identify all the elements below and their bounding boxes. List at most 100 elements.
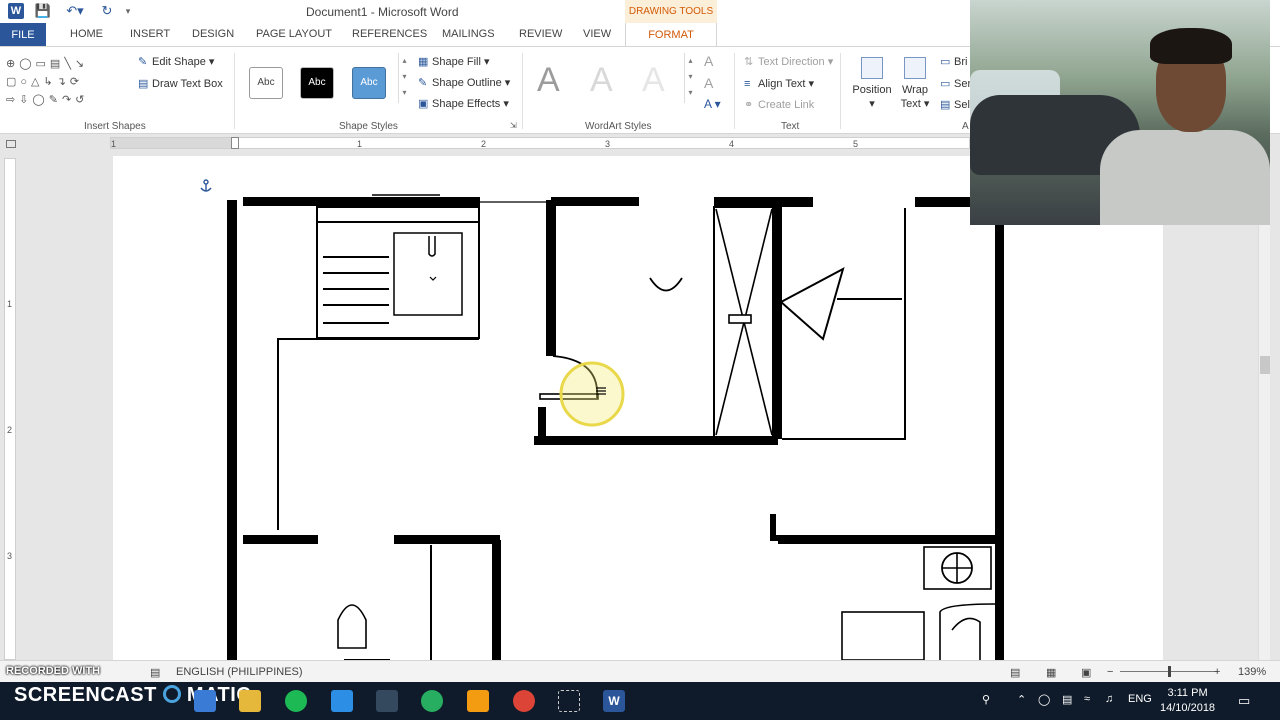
tab-insert[interactable]: INSERT [130,28,170,40]
align-text-button[interactable]: ≡ Align Text ▾ [744,77,814,90]
wordart-style-3[interactable]: A [642,61,665,100]
scroll-thumb[interactable] [1260,356,1270,374]
spotify-icon[interactable] [285,690,307,712]
wall-top-left[interactable] [243,197,480,206]
wall-right[interactable] [995,224,1004,660]
indent-marker[interactable] [231,137,239,149]
tab-references[interactable]: REFERENCES [352,28,427,40]
app-icon-blue[interactable] [331,690,353,712]
wordart-style-1[interactable]: A [537,61,560,100]
bring-forward-button[interactable]: ▭ Bri [940,55,967,68]
folder-icon[interactable] [239,690,261,712]
shape-styles-scroll[interactable]: ▴ ▾ ▾ [398,53,410,103]
save-icon[interactable]: 💾 [34,3,52,19]
tab-home[interactable]: HOME [70,28,103,40]
notifications-icon[interactable]: ▭ [1238,693,1250,709]
vlc-icon[interactable] [467,690,489,712]
tab-review[interactable]: REVIEW [519,28,562,40]
position-button[interactable]: Position ▾ [850,57,894,111]
tab-mailings[interactable]: MAILINGS [442,28,495,40]
create-link-button[interactable]: ⚭ Create Link [744,98,814,111]
triangle-shape[interactable] [779,267,845,341]
snipping-tool-icon[interactable] [558,690,580,712]
web-layout-icon[interactable]: ▣ [1081,666,1091,679]
tab-format[interactable]: FORMAT [625,23,717,47]
wordart-styles-group-label: WordArt Styles [585,121,652,132]
webcam-person-shirt [1100,130,1270,225]
app-icon-green[interactable] [421,690,443,712]
table-box[interactable] [841,611,925,661]
shape-style-preset-blue[interactable]: Abc [352,67,386,99]
effects-icon: ▣ [418,98,429,110]
chevron-up-icon[interactable]: ⌃ [1017,693,1026,706]
wall-middle-vertical[interactable] [546,200,556,356]
wall-top-right[interactable] [714,197,813,207]
selection-pane-button[interactable]: ▤ Sel [940,98,970,111]
edit-shape-button[interactable]: ✎ Edit Shape ▾ [138,55,214,68]
keyboard-language[interactable]: ENG [1128,693,1152,705]
floor-plan-drawing[interactable] [113,156,1163,661]
document-page[interactable] [113,156,1163,661]
undo-icon[interactable]: ↶▾ [62,3,88,19]
vertical-scrollbar[interactable] [1258,156,1270,660]
vertical-ruler[interactable]: 1 2 3 [4,158,16,660]
wall-mid-center[interactable] [394,535,500,544]
text-fill-icon[interactable]: A [704,53,713,69]
shape-styles-dialog-launcher-icon[interactable]: ⇲ [510,121,517,130]
toilet-icon[interactable] [337,604,367,649]
tab-view[interactable]: VIEW [583,28,611,40]
shape-style-preset-black[interactable]: Abc [300,67,334,99]
tray-app-icon[interactable]: ◯ [1038,693,1050,706]
print-layout-icon[interactable]: ▦ [1046,666,1056,679]
text-effects-icon[interactable]: A ▾ [704,97,721,111]
zoom-out-button[interactable]: − [1107,666,1113,678]
wrap-text-button[interactable]: Wrap Text ▾ [898,57,932,111]
wordart-scroll[interactable]: ▴ ▾ ▾ [684,53,696,103]
wrap-text-label-1: Wrap [901,84,929,96]
wall-top-middle[interactable] [551,197,639,206]
wifi-icon[interactable]: ≈ [1084,693,1090,705]
wall-left[interactable] [227,200,237,660]
taskbar-clock[interactable]: 3:11 PM 14/10/2018 [1160,686,1215,716]
zoom-in-button[interactable]: + [1214,666,1220,678]
wordart-style-2[interactable]: A [590,61,613,100]
send-backward-button[interactable]: ▭ Sen [940,77,974,90]
text-direction-button[interactable]: ⇅ Text Direction ▾ [744,55,833,68]
tab-selector-icon[interactable] [6,140,16,148]
language-indicator[interactable]: ENGLISH (PHILIPPINES) [176,666,303,678]
wall-shower-right[interactable] [772,207,782,439]
ruler-number: 3 [605,139,611,149]
kitchen-sink[interactable] [393,232,463,316]
send-backward-icon: ▭ [940,78,951,90]
zoom-slider-thumb[interactable] [1168,666,1171,677]
word-taskbar-icon[interactable]: W [603,690,625,712]
shape-style-preset-white[interactable]: Abc [249,67,283,99]
clock-time: 3:11 PM [1167,687,1208,699]
proofing-icon[interactable]: ▤ [150,666,160,679]
shapes-gallery[interactable]: ⊕◯▭▤╲↘ ▢○△↳↴⟳ ⇨⇩◯✎↷↺ [6,55,130,111]
shape-effects-button[interactable]: ▣ Shape Effects ▾ [418,97,509,110]
read-mode-icon[interactable]: ▤ [1010,666,1020,679]
wall-mid-vertical[interactable] [492,540,501,660]
wall-mid-left[interactable] [243,535,318,544]
draw-text-box-button[interactable]: ▤ Draw Text Box [138,77,223,90]
zoom-level[interactable]: 139% [1238,666,1266,678]
tab-page-layout[interactable]: PAGE LAYOUT [256,28,332,40]
tray-app-icon-2[interactable]: ▤ [1062,693,1072,706]
shape-fill-button[interactable]: ▦ Shape Fill ▾ [418,55,490,68]
word-app-icon[interactable]: W [8,3,24,19]
wall-top-far-right[interactable] [915,197,975,207]
chrome-icon[interactable] [513,690,535,712]
tab-design[interactable]: DESIGN [192,28,234,40]
media-app-icon[interactable] [376,690,398,712]
person-icon[interactable]: ⚲ [982,693,990,706]
wall-mid-right[interactable] [778,535,1004,544]
ruler-number: 4 [729,139,735,149]
redo-icon[interactable]: ↻ [98,3,116,19]
customize-icon[interactable]: ▾ [122,3,134,19]
file-explorer-icon[interactable] [194,690,216,712]
volume-icon[interactable]: ♫ [1105,693,1113,705]
text-outline-icon[interactable]: A [704,75,713,91]
shape-outline-button[interactable]: ✎ Shape Outline ▾ [418,76,510,89]
tab-file[interactable]: FILE [0,23,46,47]
